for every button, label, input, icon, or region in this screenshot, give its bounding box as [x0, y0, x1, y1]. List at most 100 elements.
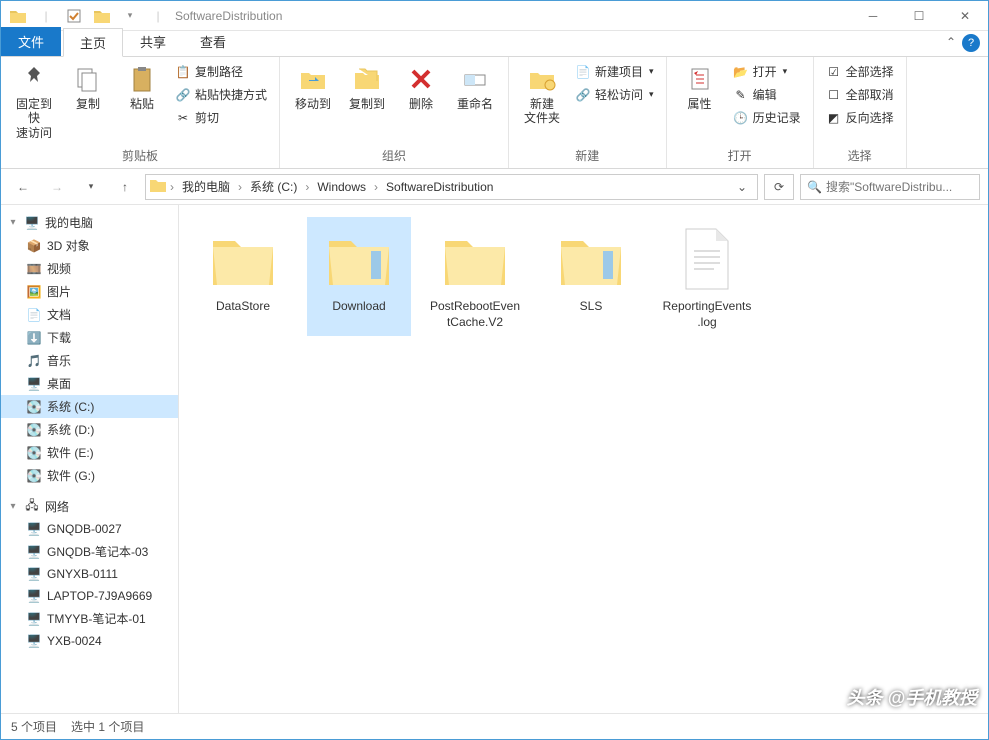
group-organize-label: 组织 — [288, 145, 500, 166]
sidebar: ▾🖥️我的电脑 📦3D 对象 🎞️视频 🖼️图片 📄文档 ⬇️下载 🎵音乐 🖥️… — [1, 205, 179, 713]
minimize-button[interactable]: ─ — [850, 1, 896, 31]
tree-netpc[interactable]: 🖥️YXB-0024 — [1, 630, 178, 652]
tree-pictures[interactable]: 🖼️图片 — [1, 280, 178, 303]
folder-icon — [439, 223, 511, 295]
folder-item[interactable]: SLS — [539, 217, 643, 336]
paste-icon — [126, 63, 158, 95]
pasteshortcut-button[interactable]: 🔗粘贴快捷方式 — [171, 84, 271, 105]
folder-item[interactable]: DataStore — [191, 217, 295, 336]
tree-label: GNQDB-笔记本-03 — [47, 543, 148, 560]
tree-netpc[interactable]: 🖥️GNQDB-笔记本-03 — [1, 540, 178, 563]
search-input[interactable] — [826, 180, 973, 194]
checkbox-icon[interactable] — [63, 5, 85, 27]
cube-icon: 📦 — [25, 238, 43, 254]
tab-share[interactable]: 共享 — [123, 27, 183, 56]
ribbon-group-open: 属性 📂打开▾ ✎编辑 🕒历史记录 打开 — [667, 57, 814, 168]
tree-netpc[interactable]: 🖥️GNQDB-0027 — [1, 518, 178, 540]
tree-documents[interactable]: 📄文档 — [1, 303, 178, 326]
rename-button[interactable]: 重命名 — [450, 61, 500, 113]
expand-icon[interactable]: ▾ — [7, 217, 19, 228]
tab-file[interactable]: 文件 — [1, 27, 61, 56]
breadcrumb-sep-icon[interactable]: › — [372, 180, 380, 194]
breadcrumb-item[interactable]: 我的电脑 — [178, 178, 234, 195]
tab-home[interactable]: 主页 — [63, 28, 123, 57]
history-button[interactable]: 🕒历史记录 — [729, 107, 805, 128]
folder-item[interactable]: Download — [307, 217, 411, 336]
content-area[interactable]: DataStore Download PostRebootEventCache.… — [179, 205, 988, 713]
logfile-item[interactable]: ReportingEvents.log — [655, 217, 759, 336]
moveto-button[interactable]: 移动到 — [288, 61, 338, 113]
folder-icon[interactable] — [7, 5, 29, 27]
tree-netpc[interactable]: 🖥️GNYXB-0111 — [1, 563, 178, 585]
easyaccess-button[interactable]: 🔗轻松访问▾ — [571, 84, 658, 105]
tree-drive-g[interactable]: 💽软件 (G:) — [1, 464, 178, 487]
copyto-button[interactable]: 复制到 — [342, 61, 392, 113]
ribbon-collapse-icon[interactable]: ⌃ — [946, 35, 956, 49]
tab-view[interactable]: 查看 — [183, 27, 243, 56]
properties-button[interactable]: 属性 — [675, 61, 725, 113]
refresh-button[interactable]: ⟳ — [764, 174, 794, 200]
ribbon: 固定到快 速访问 复制 粘贴 📋复制路径 🔗粘贴快捷方式 ✂剪切 剪贴板 移动到 — [1, 57, 988, 169]
delete-button[interactable]: 删除 — [396, 61, 446, 113]
network-icon: 🖧 — [23, 499, 41, 515]
tree-label: 3D 对象 — [47, 237, 90, 254]
chevron-down-icon: ▾ — [783, 66, 788, 77]
tree-videos[interactable]: 🎞️视频 — [1, 257, 178, 280]
status-selected: 选中 1 个项目 — [71, 718, 144, 735]
paste-button[interactable]: 粘贴 — [117, 61, 167, 113]
tree-netpc[interactable]: 🖥️LAPTOP-7J9A9669 — [1, 585, 178, 607]
search-box[interactable]: 🔍 — [800, 174, 980, 200]
breadcrumb-sep-icon[interactable]: › — [168, 180, 176, 194]
recent-dropdown[interactable]: ▾ — [77, 173, 105, 201]
folder-icon[interactable] — [91, 5, 113, 27]
breadcrumb-item[interactable]: SoftwareDistribution — [382, 180, 497, 194]
selectnone-button[interactable]: ☐全部取消 — [822, 84, 898, 105]
newfolder-button[interactable]: 新建 文件夹 — [517, 61, 567, 128]
tree-label: GNYXB-0111 — [47, 567, 118, 581]
copypath-button[interactable]: 📋复制路径 — [171, 61, 271, 82]
breadcrumb[interactable]: › 我的电脑 › 系统 (C:) › Windows › SoftwareDis… — [145, 174, 758, 200]
qat-dropdown-icon[interactable]: ▾ — [119, 5, 141, 27]
delete-icon — [405, 63, 437, 95]
open-button[interactable]: 📂打开▾ — [729, 61, 805, 82]
window-controls: ─ ☐ ✕ — [850, 1, 988, 31]
pin-button[interactable]: 固定到快 速访问 — [9, 61, 59, 142]
edit-button[interactable]: ✎编辑 — [729, 84, 805, 105]
copyto-label: 复制到 — [349, 97, 385, 111]
breadcrumb-item[interactable]: Windows — [313, 180, 370, 194]
breadcrumb-item[interactable]: 系统 (C:) — [246, 178, 301, 195]
tree-music[interactable]: 🎵音乐 — [1, 349, 178, 372]
close-button[interactable]: ✕ — [942, 1, 988, 31]
file-label: PostRebootEventCache.V2 — [429, 299, 521, 330]
open-label: 打开 — [753, 63, 777, 80]
expand-icon[interactable]: ▾ — [7, 501, 19, 512]
tree-network[interactable]: ▾🖧网络 — [1, 495, 178, 518]
invertsel-button[interactable]: ◩反向选择 — [822, 107, 898, 128]
copy-button[interactable]: 复制 — [63, 61, 113, 113]
newitem-button[interactable]: 📄新建项目▾ — [571, 61, 658, 82]
tree-desktop[interactable]: 🖥️桌面 — [1, 372, 178, 395]
selectall-button[interactable]: ☑全部选择 — [822, 61, 898, 82]
folder-item[interactable]: PostRebootEventCache.V2 — [423, 217, 527, 336]
computer-icon: 🖥️ — [23, 215, 41, 231]
back-button[interactable]: ← — [9, 173, 37, 201]
tree-drive-e[interactable]: 💽软件 (E:) — [1, 441, 178, 464]
breadcrumb-sep-icon[interactable]: › — [303, 180, 311, 194]
ribbon-group-new: 新建 文件夹 📄新建项目▾ 🔗轻松访问▾ 新建 — [509, 57, 667, 168]
breadcrumb-sep-icon[interactable]: › — [236, 180, 244, 194]
help-icon[interactable]: ? — [962, 34, 980, 52]
cut-button[interactable]: ✂剪切 — [171, 107, 271, 128]
maximize-button[interactable]: ☐ — [896, 1, 942, 31]
invertsel-icon: ◩ — [826, 110, 842, 126]
tree-drive-d[interactable]: 💽系统 (D:) — [1, 418, 178, 441]
up-button[interactable]: ↑ — [111, 173, 139, 201]
forward-button[interactable]: → — [43, 173, 71, 201]
ribbon-group-clipboard: 固定到快 速访问 复制 粘贴 📋复制路径 🔗粘贴快捷方式 ✂剪切 剪贴板 — [1, 57, 280, 168]
tree-mycomputer[interactable]: ▾🖥️我的电脑 — [1, 211, 178, 234]
tree-netpc[interactable]: 🖥️TMYYB-笔记本-01 — [1, 607, 178, 630]
tree-label: 下载 — [47, 329, 71, 346]
tree-3dobjects[interactable]: 📦3D 对象 — [1, 234, 178, 257]
tree-downloads[interactable]: ⬇️下载 — [1, 326, 178, 349]
breadcrumb-dropdown-icon[interactable]: ⌄ — [731, 180, 753, 194]
tree-drive-c[interactable]: 💽系统 (C:) — [1, 395, 178, 418]
